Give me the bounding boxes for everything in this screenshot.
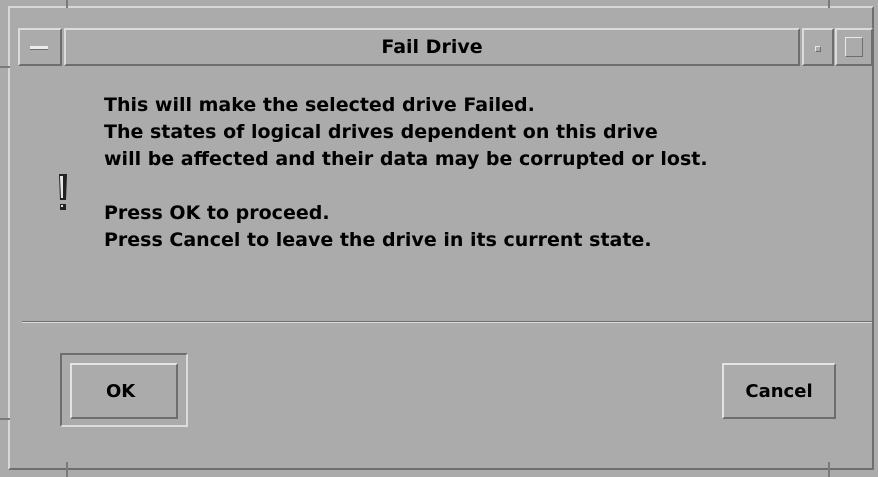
dialog-frame: Fail Drive This will make the selected d… [0,0,878,477]
resize-corner-mark [66,0,68,8]
resize-corner-mark [0,418,10,420]
message-line: will be affected and their data may be c… [104,148,708,170]
ok-button[interactable]: OK [70,363,178,419]
maximize-button[interactable] [835,28,873,66]
message-area: This will make the selected drive Failed… [22,70,872,322]
resize-corner-mark [828,0,830,8]
minimize-icon [815,46,821,52]
message-line: Press Cancel to leave the drive in its c… [104,229,652,251]
message-text: This will make the selected drive Failed… [104,92,708,254]
message-line: The states of logical drives dependent o… [104,121,658,143]
message-line: This will make the selected drive Failed… [104,94,535,116]
window-menu-icon [30,46,48,50]
minimize-button[interactable] [802,28,834,66]
warning-icon [59,174,67,210]
message-line: Press OK to proceed. [104,202,330,224]
resize-corner-mark [0,66,10,68]
separator [22,321,872,323]
cancel-button[interactable]: Cancel [722,363,836,419]
window-menu-button[interactable] [18,28,62,66]
window-title[interactable]: Fail Drive [64,28,800,66]
resize-corner-mark [66,462,68,477]
maximize-icon [845,37,863,57]
title-bar: Fail Drive [18,28,874,68]
resize-corner-mark [828,462,830,477]
